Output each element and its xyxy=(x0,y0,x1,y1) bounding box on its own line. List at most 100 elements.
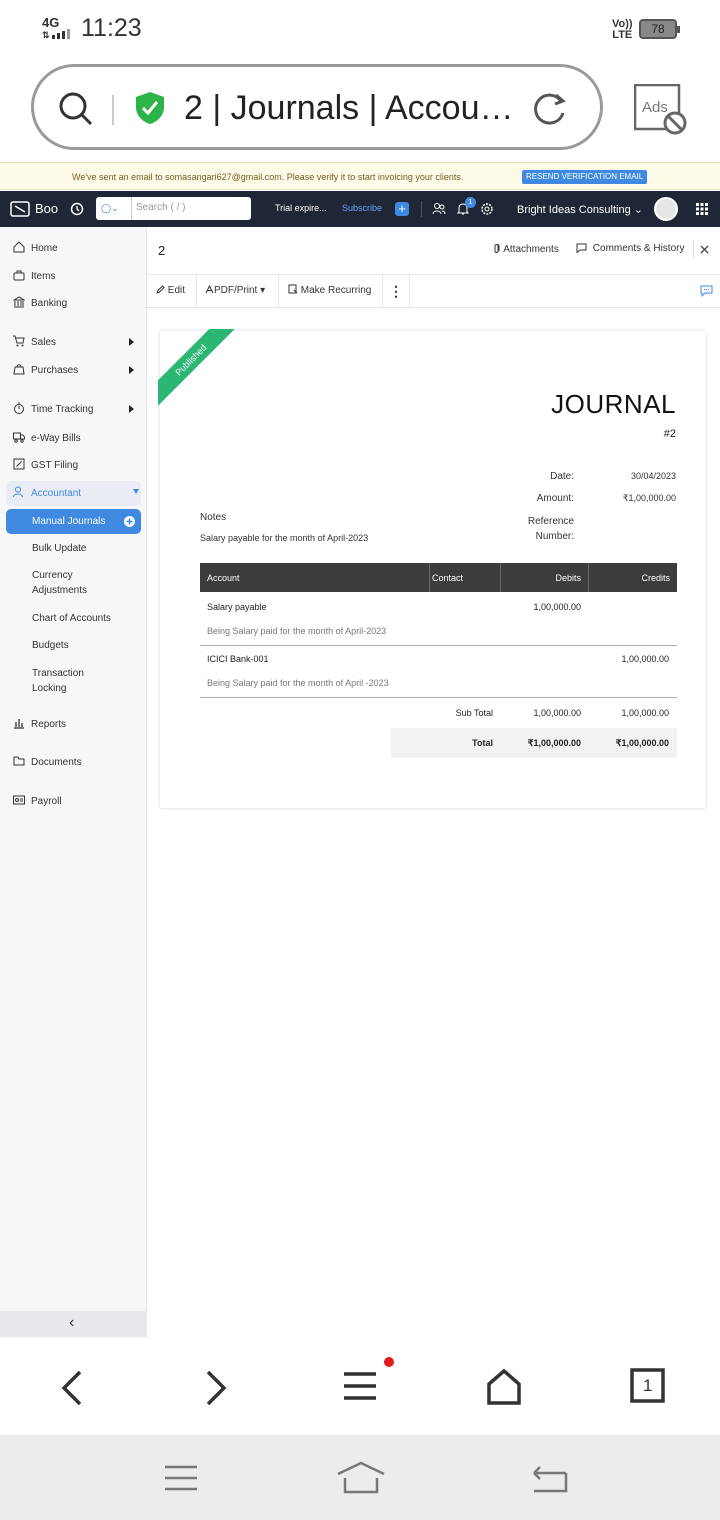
total-debit: ₹1,00,000.00 xyxy=(527,738,581,748)
sidebar-item-payroll[interactable]: Payroll xyxy=(0,789,147,813)
sidebar-item-items[interactable]: Items xyxy=(0,264,147,288)
quick-create-button[interactable]: + xyxy=(395,202,409,216)
shield-check-icon[interactable] xyxy=(135,91,165,125)
sidebar-item-accountant[interactable]: Accountant xyxy=(0,481,147,505)
truck-icon xyxy=(13,432,25,443)
sidebar-item-eway-bills[interactable]: e-Way Bills xyxy=(0,426,147,450)
search-icon[interactable] xyxy=(58,91,94,127)
search-scope-dropdown[interactable]: ◯⌄ xyxy=(96,197,132,220)
pdf-print-button[interactable]: PDF/Print ▾ xyxy=(197,275,279,307)
amount-value: ₹1,00,000.00 xyxy=(622,493,676,503)
accountant-icon xyxy=(13,486,23,498)
header-divider xyxy=(693,240,694,258)
collapse-arrow-icon[interactable] xyxy=(133,489,139,494)
recents-icon[interactable] xyxy=(163,1464,199,1492)
attachments-button[interactable]: Attachments xyxy=(493,243,559,255)
subtotal-debit: 1,00,000.00 xyxy=(533,708,581,718)
home-icon[interactable] xyxy=(486,1368,522,1406)
sidebar-label: Home xyxy=(31,243,58,254)
notification-badge: 1 xyxy=(465,197,476,208)
system-back-icon[interactable] xyxy=(530,1463,568,1493)
edit-button[interactable]: Edit xyxy=(147,275,197,307)
row2-description: Being Salary paid for the month of April… xyxy=(207,678,389,688)
url-title[interactable]: 2 | Journals | Accoun... xyxy=(184,89,524,128)
home-icon xyxy=(13,241,25,253)
total-label-cell: Total xyxy=(472,738,493,748)
back-icon[interactable] xyxy=(58,1368,86,1408)
avatar[interactable] xyxy=(654,197,678,221)
bag-icon xyxy=(13,270,25,281)
sidebar-item-banking[interactable]: Banking xyxy=(0,291,147,315)
sidebar-item-home[interactable]: Home xyxy=(0,236,147,260)
sidebar-collapse-button[interactable]: ‹ xyxy=(0,1311,147,1337)
menu-icon[interactable] xyxy=(342,1356,398,1404)
history-icon[interactable] xyxy=(70,202,84,216)
sidebar-label: Accountant xyxy=(31,488,82,499)
paperclip-icon xyxy=(494,244,500,253)
sidebar-item-gst-filing[interactable]: GST Filing xyxy=(0,453,147,477)
notes-value: Salary payable for the month of April-20… xyxy=(200,533,369,543)
url-divider xyxy=(112,95,114,125)
ad-block-icon[interactable]: Ads xyxy=(634,84,688,138)
search-input[interactable]: Search ( / ) xyxy=(136,202,185,213)
brand-name[interactable]: Boo xyxy=(35,201,58,216)
expand-arrow-icon[interactable] xyxy=(129,338,134,346)
notes-label: Notes xyxy=(200,512,227,523)
users-icon[interactable] xyxy=(432,202,446,216)
sidebar-item-sales[interactable]: Sales xyxy=(0,330,147,354)
comments-history-button[interactable]: Comments & History xyxy=(576,243,684,254)
table-header: Account Contact Debits Credits xyxy=(200,563,677,592)
expand-arrow-icon[interactable] xyxy=(129,405,134,413)
forward-icon[interactable] xyxy=(202,1368,230,1408)
total-credit: ₹1,00,000.00 xyxy=(615,738,669,748)
sidebar-item-bulk-update[interactable]: Bulk Update xyxy=(32,541,86,556)
sidebar-item-currency-adjustments[interactable]: Currency Adjustments xyxy=(32,568,87,598)
system-home-icon[interactable] xyxy=(336,1460,386,1494)
row2-account: ICICI Bank-001 xyxy=(207,654,269,664)
published-ribbon: Published xyxy=(158,329,238,409)
bank-icon xyxy=(13,296,25,308)
stopwatch-icon xyxy=(14,402,24,414)
pdf-icon xyxy=(205,284,214,294)
books-logo-icon[interactable] xyxy=(10,201,30,217)
global-search[interactable]: ◯⌄ Search ( / ) xyxy=(96,197,251,220)
sidebar-item-budgets[interactable]: Budgets xyxy=(32,638,69,653)
subscribe-link[interactable]: Subscribe xyxy=(342,203,382,213)
sidebar-item-time-tracking[interactable]: Time Tracking xyxy=(0,397,147,421)
chevron-left-icon[interactable]: ‹ xyxy=(69,1314,74,1332)
sidebar-label: GST Filing xyxy=(31,460,79,471)
journal-toolbar: Edit PDF/Print ▾ Make Recurring ⋮ xyxy=(147,274,720,308)
row2-credit: 1,00,000.00 xyxy=(621,654,669,664)
battery-indicator: 78 xyxy=(639,19,680,39)
svg-text:Ads: Ads xyxy=(642,99,668,116)
sidebar-item-documents[interactable]: Documents xyxy=(0,750,147,774)
sidebar-item-manual-journals[interactable]: Manual Journals xyxy=(6,509,141,534)
expand-arrow-icon[interactable] xyxy=(129,366,134,374)
more-options-icon[interactable]: ⋮ xyxy=(383,275,410,307)
sidebar-item-chart-of-accounts[interactable]: Chart of Accounts xyxy=(32,611,111,626)
sidebar-item-purchases[interactable]: Purchases xyxy=(0,358,147,382)
url-bar[interactable]: 2 | Journals | Accoun... xyxy=(31,64,603,150)
reload-icon[interactable] xyxy=(530,89,570,129)
banner-text: We've sent an email to somasangari627@gm… xyxy=(72,172,464,182)
gear-icon[interactable] xyxy=(480,202,494,216)
chat-icon[interactable] xyxy=(700,285,713,297)
sidebar-item-transaction-locking[interactable]: Transaction Locking xyxy=(32,666,84,696)
system-nav-bar xyxy=(0,1435,720,1520)
status-ribbon: Published xyxy=(158,329,238,409)
make-recurring-button[interactable]: Make Recurring xyxy=(279,275,383,307)
sidebar-label: Items xyxy=(31,271,56,282)
reference-label: Reference Number: xyxy=(527,516,574,542)
close-icon[interactable] xyxy=(700,245,709,254)
organization-switcher[interactable]: Bright Ideas Consulting ⌄ xyxy=(517,203,643,216)
nav-divider xyxy=(421,201,422,217)
sidebar-label: Purchases xyxy=(31,365,79,376)
resend-verification-button[interactable]: RESEND VERIFICATION EMAIL xyxy=(522,170,648,184)
apps-grid-icon[interactable] xyxy=(696,203,708,215)
add-journal-icon[interactable] xyxy=(124,516,135,527)
col-contact: Contact xyxy=(432,573,464,583)
sidebar-item-reports[interactable]: Reports xyxy=(0,712,147,736)
clock: 11:23 xyxy=(81,14,142,42)
trial-status[interactable]: Trial expire... xyxy=(275,203,327,213)
journal-document: Published JOURNAL #2 Date: 30/04/2023 Am… xyxy=(158,329,706,808)
